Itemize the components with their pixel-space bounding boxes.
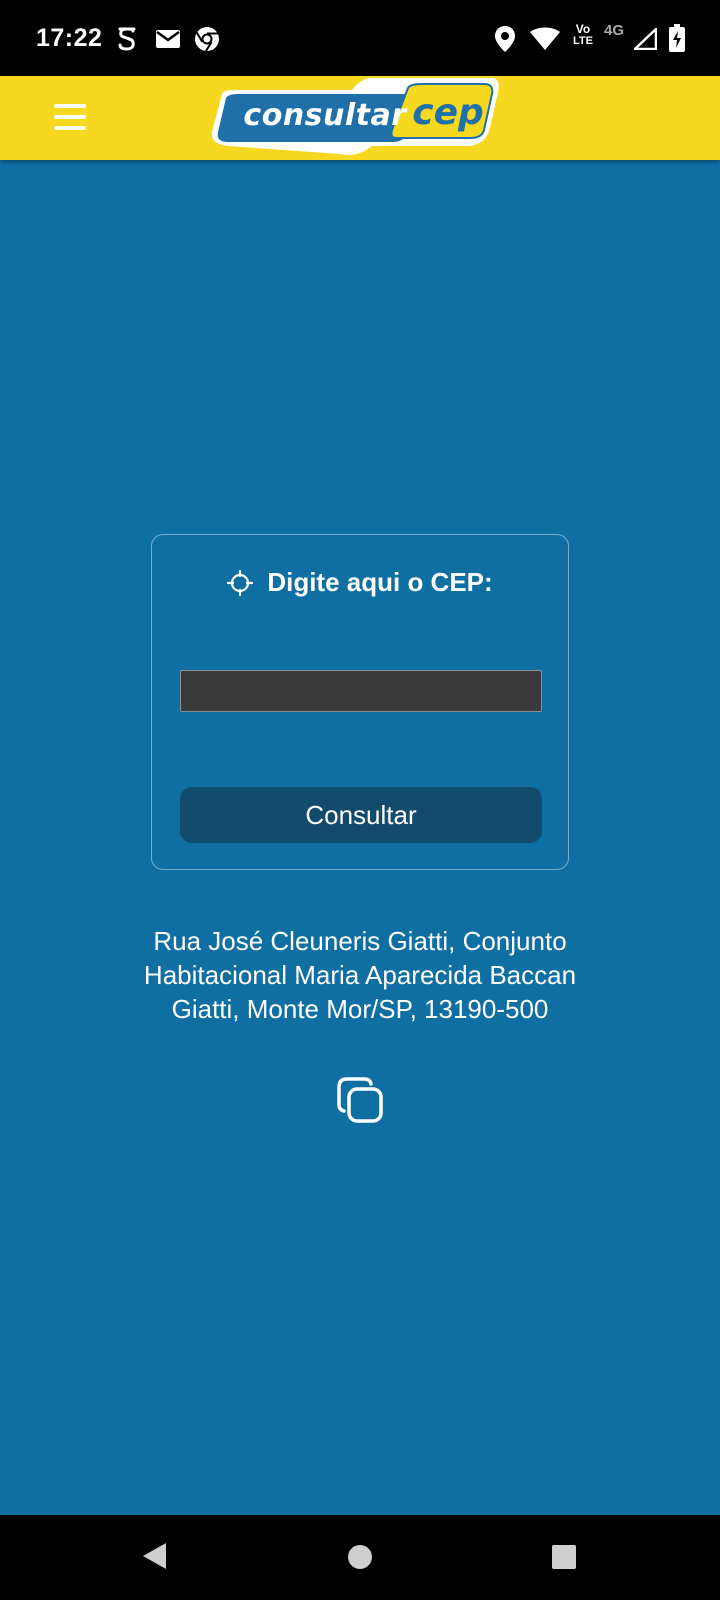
logo-text-cep: cep xyxy=(412,92,484,133)
address-result: Rua José Cleuneris Giatti, Conjunto Habi… xyxy=(143,926,577,1024)
volte-top-label: Vo xyxy=(575,22,591,36)
consultar-button[interactable]: Consultar xyxy=(180,787,542,843)
s-notification-icon xyxy=(118,27,136,51)
card-title-label: Digite aqui o CEP: xyxy=(267,567,493,597)
location-icon xyxy=(495,26,515,52)
signal-icon xyxy=(633,28,657,50)
status-time: 17:22 xyxy=(36,24,103,52)
logo-text-consultar: consultar xyxy=(243,98,407,133)
app-logo: consultar cep xyxy=(212,78,512,158)
crosshair-icon xyxy=(227,569,254,596)
volte-icon: Vo LTE xyxy=(569,23,597,47)
app-bar: consultar cep xyxy=(0,76,720,160)
wifi-icon xyxy=(530,27,560,50)
copy-icon[interactable] xyxy=(334,1074,386,1126)
home-icon[interactable] xyxy=(346,1543,374,1571)
card-title: Digite aqui o CEP: xyxy=(152,567,568,603)
hamburger-menu-icon[interactable] xyxy=(50,100,90,136)
network-type-label: 4G xyxy=(604,22,625,39)
cep-search-card: Digite aqui o CEP: Consultar xyxy=(151,534,569,870)
back-icon[interactable] xyxy=(140,1541,168,1571)
battery-charging-icon xyxy=(669,24,685,52)
recents-icon[interactable] xyxy=(550,1543,578,1571)
chrome-icon xyxy=(195,27,219,52)
volte-bottom-label: LTE xyxy=(573,35,593,47)
status-bar: 17:22 Vo LTE 4G xyxy=(0,0,720,76)
cep-input[interactable] xyxy=(180,670,542,712)
system-navigation-bar xyxy=(0,1515,720,1600)
mail-icon xyxy=(156,30,180,48)
